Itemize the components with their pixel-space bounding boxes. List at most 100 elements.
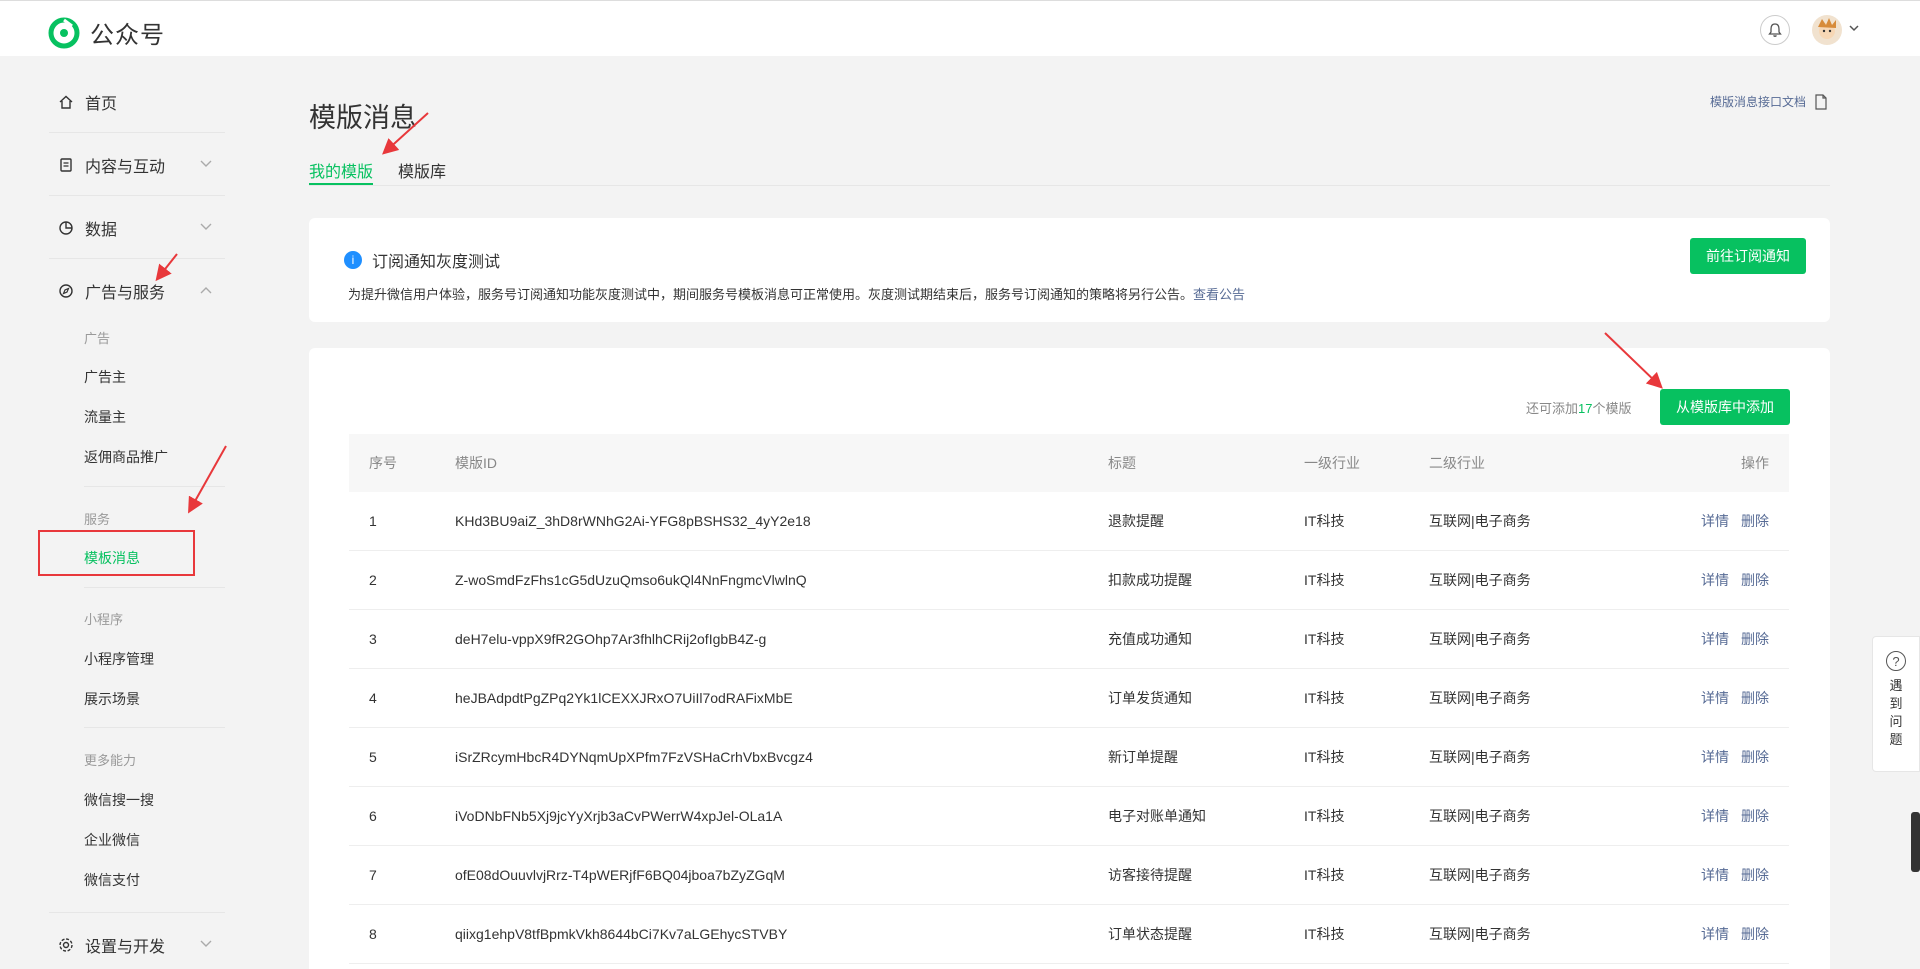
detail-link[interactable]: 详情 (1701, 924, 1729, 944)
delete-link[interactable]: 删除 (1741, 688, 1769, 708)
sidebar-item-work-wx[interactable]: 企业微信 (84, 830, 140, 850)
notification-bell-icon[interactable] (1760, 15, 1790, 45)
tab-template-library[interactable]: 模版库 (398, 158, 446, 182)
cell-template-id: Z-woSmdFzFhs1cG5dUzuQmso6ukQl4NnFngmcVlw… (455, 572, 807, 588)
notice-card (309, 218, 1830, 322)
highlight-box (38, 530, 195, 576)
delete-link[interactable]: 删除 (1741, 570, 1769, 590)
cell-no: 2 (369, 572, 377, 588)
page-title: 模版消息 (309, 103, 417, 133)
tab-my-templates[interactable]: 我的模版 (309, 158, 373, 182)
view-announcement-link[interactable]: 查看公告 (1193, 287, 1245, 302)
table-row: 2 Z-woSmdFzFhs1cG5dUzuQmso6ukQl4NnFngmcVl… (349, 551, 1789, 610)
cell-industry-1: IT科技 (1304, 690, 1345, 706)
detail-link[interactable]: 详情 (1701, 629, 1729, 649)
cell-industry-1: IT科技 (1304, 926, 1345, 942)
remaining-suffix: 个模版 (1592, 401, 1632, 416)
cell-operation: 详情 删除 (1689, 551, 1769, 609)
go-subscribe-button[interactable]: 前往订阅通知 (1690, 238, 1806, 274)
remaining-quota: 还可添加17个模版 (1526, 398, 1632, 417)
doc-link[interactable]: 模版消息接口文档 (1710, 93, 1828, 110)
cell-no: 4 (369, 690, 377, 706)
delete-link[interactable]: 删除 (1741, 865, 1769, 885)
sidebar-group-miniprogram: 小程序 (84, 612, 124, 627)
app-name: 公众号 (90, 22, 165, 49)
arrow-to-template-msg (188, 445, 227, 514)
table-row: 6 iVoDNbFNb5Xj9jcYyXrjb3aCvPWerrW4xpJel-O… (349, 787, 1789, 846)
cell-industry-2: 互联网|电子商务 (1429, 513, 1531, 529)
detail-link[interactable]: 详情 (1701, 570, 1729, 590)
sidebar-item-wx-search[interactable]: 微信搜一搜 (84, 790, 154, 810)
chevron-down-icon (200, 223, 212, 230)
cell-operation: 详情 删除 (1689, 905, 1769, 963)
sidebar-group-ads: 广告 (84, 331, 111, 346)
wechat-official-logo-icon (48, 17, 80, 48)
cell-title: 充值成功通知 (1108, 631, 1192, 647)
detail-link[interactable]: 详情 (1701, 511, 1729, 531)
tabs-divider (309, 185, 1830, 186)
compass-icon (57, 282, 75, 300)
avatar[interactable] (1812, 15, 1842, 45)
delete-link[interactable]: 删除 (1741, 806, 1769, 826)
cell-title: 退款提醒 (1108, 513, 1164, 529)
scrollbar[interactable] (1911, 812, 1920, 872)
sidebar-item-rebate[interactable]: 返佣商品推广 (84, 447, 168, 467)
chevron-down-icon[interactable] (1848, 23, 1860, 33)
delete-link[interactable]: 删除 (1741, 747, 1769, 767)
delete-link[interactable]: 删除 (1741, 924, 1769, 944)
sidebar-item-content[interactable]: 内容与互动 (49, 150, 225, 180)
cell-industry-2: 互联网|电子商务 (1429, 808, 1531, 824)
cell-industry-2: 互联网|电子商务 (1429, 749, 1531, 765)
divider (49, 258, 225, 259)
sidebar-item-label: 首页 (85, 96, 118, 113)
cell-template-id: KHd3BU9aiZ_3hD8rWNhG2Ai-YFG8pBSHS32_4yY2… (455, 513, 811, 529)
delete-link[interactable]: 删除 (1741, 629, 1769, 649)
help-widget[interactable]: ? 遇到问题 (1872, 636, 1920, 772)
sidebar-item-scene[interactable]: 展示场景 (84, 689, 140, 709)
header-operation: 操作 (1741, 455, 1769, 471)
divider (84, 486, 225, 487)
cell-industry-1: IT科技 (1304, 867, 1345, 883)
cell-industry-1: IT科技 (1304, 808, 1345, 824)
cell-template-id: iVoDNbFNb5Xj9jcYyXrjb3aCvPWerrW4xpJel-OL… (455, 808, 783, 824)
cell-operation: 详情 删除 (1689, 610, 1769, 668)
notice-title-text: 订阅通知灰度测试 (372, 254, 501, 271)
header-industry-1: 一级行业 (1304, 455, 1360, 471)
detail-link[interactable]: 详情 (1701, 865, 1729, 885)
sidebar-item-ads-service[interactable]: 广告与服务 (49, 276, 225, 306)
detail-link[interactable]: 详情 (1701, 747, 1729, 767)
gear-icon (57, 936, 75, 954)
delete-link[interactable]: 删除 (1741, 511, 1769, 531)
cell-template-id: iSrZRcymHbcR4DYNqmUpXPfm7FzVSHaCrhVbxBvc… (455, 749, 813, 765)
divider (49, 132, 225, 133)
chevron-down-icon (200, 160, 212, 167)
template-table: 序号 模版ID 标题 一级行业 二级行业 操作 1 KHd3BU9aiZ_3hD8… (349, 434, 1789, 964)
sidebar-item-data[interactable]: 数据 (49, 213, 225, 243)
help-text: 遇到问题 (1889, 678, 1903, 747)
logo[interactable]: 公众号 (48, 15, 165, 50)
sidebar-item-wx-pay[interactable]: 微信支付 (84, 870, 140, 890)
sidebar-item-label: 内容与互动 (85, 159, 166, 176)
divider (49, 912, 225, 913)
cell-operation: 详情 删除 (1689, 728, 1769, 786)
sidebar-item-miniprogram-manage[interactable]: 小程序管理 (84, 649, 154, 669)
header-no: 序号 (369, 455, 397, 471)
table-row: 8 qiixg1ehpV8tfBpmkVkh8644bCi7Kv7aLGEhycS… (349, 905, 1789, 964)
cell-industry-2: 互联网|电子商务 (1429, 690, 1531, 706)
top-bar: 公众号 (0, 0, 1920, 56)
add-from-library-button[interactable]: 从模版库中添加 (1660, 389, 1790, 425)
cell-no: 8 (369, 926, 377, 942)
cell-title: 电子对账单通知 (1108, 808, 1206, 824)
detail-link[interactable]: 详情 (1701, 806, 1729, 826)
sidebar-item-label: 设置与开发 (85, 939, 166, 956)
divider (84, 727, 225, 728)
sidebar-item-publisher[interactable]: 流量主 (84, 407, 126, 427)
detail-link[interactable]: 详情 (1701, 688, 1729, 708)
cell-operation: 详情 删除 (1689, 492, 1769, 550)
sidebar-item-advertiser[interactable]: 广告主 (84, 367, 126, 387)
sidebar-group-service: 服务 (84, 512, 111, 527)
sidebar-item-home[interactable]: 首页 (49, 87, 225, 117)
cell-industry-2: 互联网|电子商务 (1429, 926, 1531, 942)
sidebar-item-settings[interactable]: 设置与开发 (49, 930, 225, 960)
cell-template-id: heJBAdpdtPgZPq2Yk1lCEXXJRxO7UiIl7odRAFix… (455, 690, 793, 706)
